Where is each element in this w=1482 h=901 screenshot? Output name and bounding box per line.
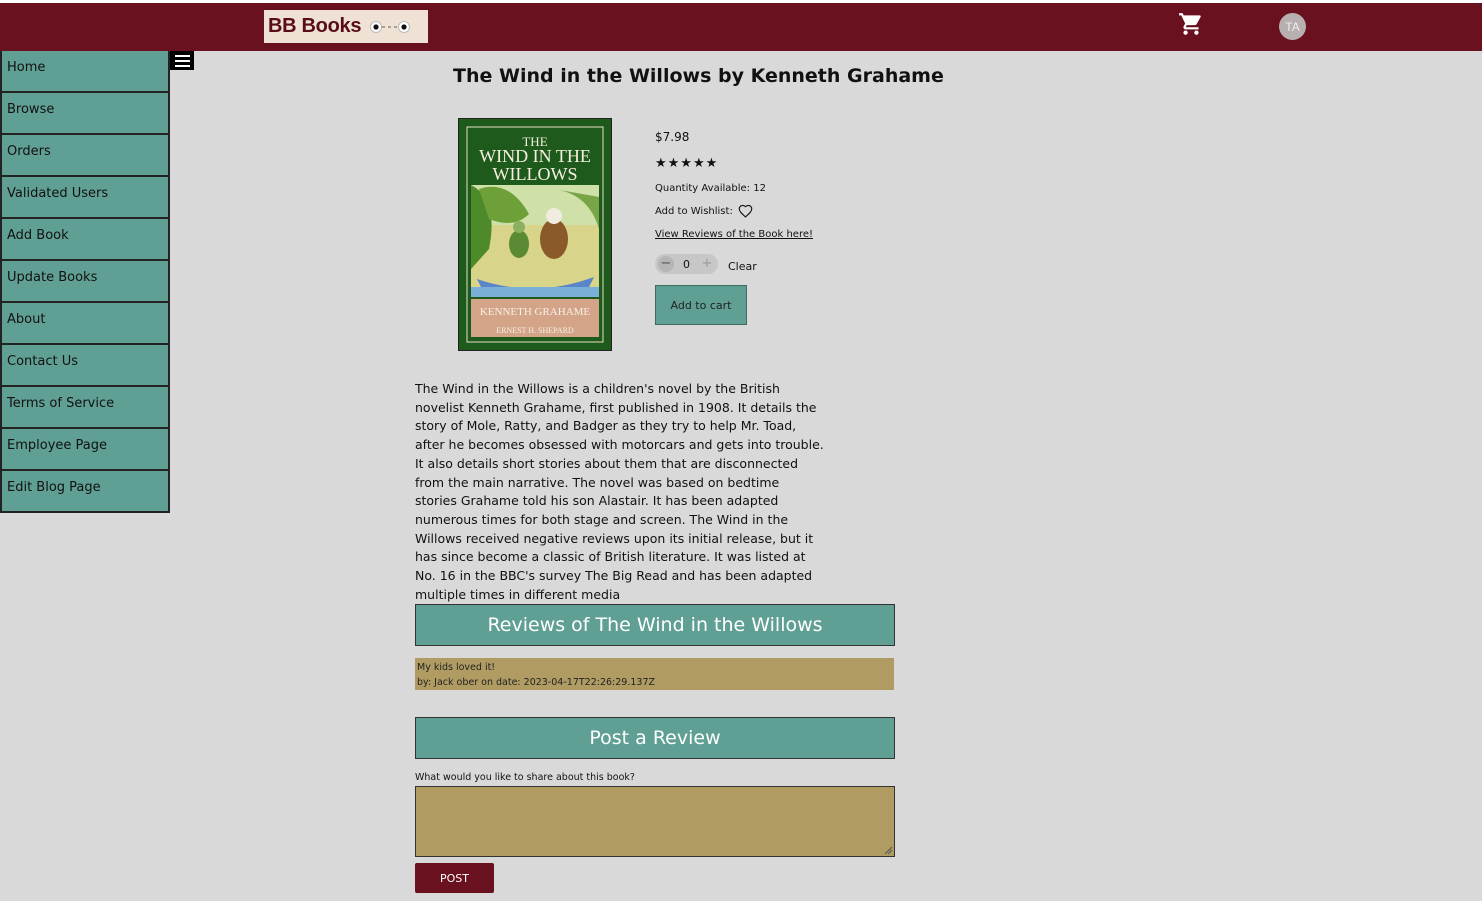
hamburger-menu-icon[interactable] [170,51,194,70]
page-title: The Wind in the Willows by Kenneth Graha… [453,65,944,87]
reviews-heading: Reviews of The Wind in the Willows [415,604,895,646]
sidebar-item-orders[interactable]: Orders [2,135,168,175]
sidebar-item-employee-page[interactable]: Employee Page [2,429,168,469]
sidebar-item-edit-blog-page[interactable]: Edit Blog Page [2,471,168,511]
book-cover-image: THE WIND IN THE WILLOWS KENNETH GRAHAME … [458,118,612,351]
sidebar-item-browse[interactable]: Browse [2,93,168,133]
site-logo[interactable]: BB Books [264,10,428,43]
sidebar-item-terms-of-service[interactable]: Terms of Service [2,387,168,427]
sidebar-item-home[interactable]: Home [2,51,168,91]
logo-text: BB Books [268,15,362,37]
review-prompt-label: What would you like to share about this … [415,772,635,783]
quantity-available: Quantity Available: 12 [655,183,766,194]
resize-grip-icon[interactable] [883,845,893,855]
sidebar-nav: Home Browse Orders Validated Users Add B… [0,51,170,513]
post-review-heading: Post a Review [415,717,895,759]
cover-title-line3: WILLOWS [493,164,578,184]
review-text: My kids loved it! [417,662,496,673]
sidebar-item-add-book[interactable]: Add Book [2,219,168,259]
book-description: The Wind in the Willows is a children's … [415,381,824,602]
heart-outline-icon[interactable] [738,204,753,218]
view-reviews-link[interactable]: View Reviews of the Book here! [655,229,813,240]
increment-button[interactable]: + [699,256,715,272]
sidebar-item-about[interactable]: About [2,303,168,343]
decrement-button[interactable]: − [658,256,674,272]
quantity-value: 0 [683,257,690,271]
cover-illustrator: ERNEST H. SHEPARD [496,326,574,335]
sidebar-item-contact-us[interactable]: Contact Us [2,345,168,385]
book-price: $7.98 [655,130,690,144]
cover-author: KENNETH GRAHAME [480,306,591,318]
sidebar-item-update-books[interactable]: Update Books [2,261,168,301]
rating-stars: ★★★★★ [655,156,719,171]
add-to-cart-button[interactable]: Add to cart [655,285,747,325]
review-item: My kids loved it! by: Jack ober on date:… [415,658,894,690]
cover-title-line2: WIND IN THE [479,146,591,166]
review-textarea[interactable] [415,786,895,857]
review-byline: by: Jack ober on date: 2023-04-17T22:26:… [417,677,655,688]
wishlist-label: Add to Wishlist: [655,205,733,217]
post-review-button[interactable]: POST [415,863,494,893]
site-header: BB Books TA [0,3,1482,51]
wishlist-row: Add to Wishlist: [655,204,753,218]
user-avatar[interactable]: TA [1279,13,1306,40]
shopping-cart-icon[interactable] [1178,11,1204,37]
sidebar-item-validated-users[interactable]: Validated Users [2,177,168,217]
clear-button[interactable]: Clear [728,260,757,273]
quantity-stepper: − 0 + [655,254,718,274]
glasses-icon [369,20,415,34]
